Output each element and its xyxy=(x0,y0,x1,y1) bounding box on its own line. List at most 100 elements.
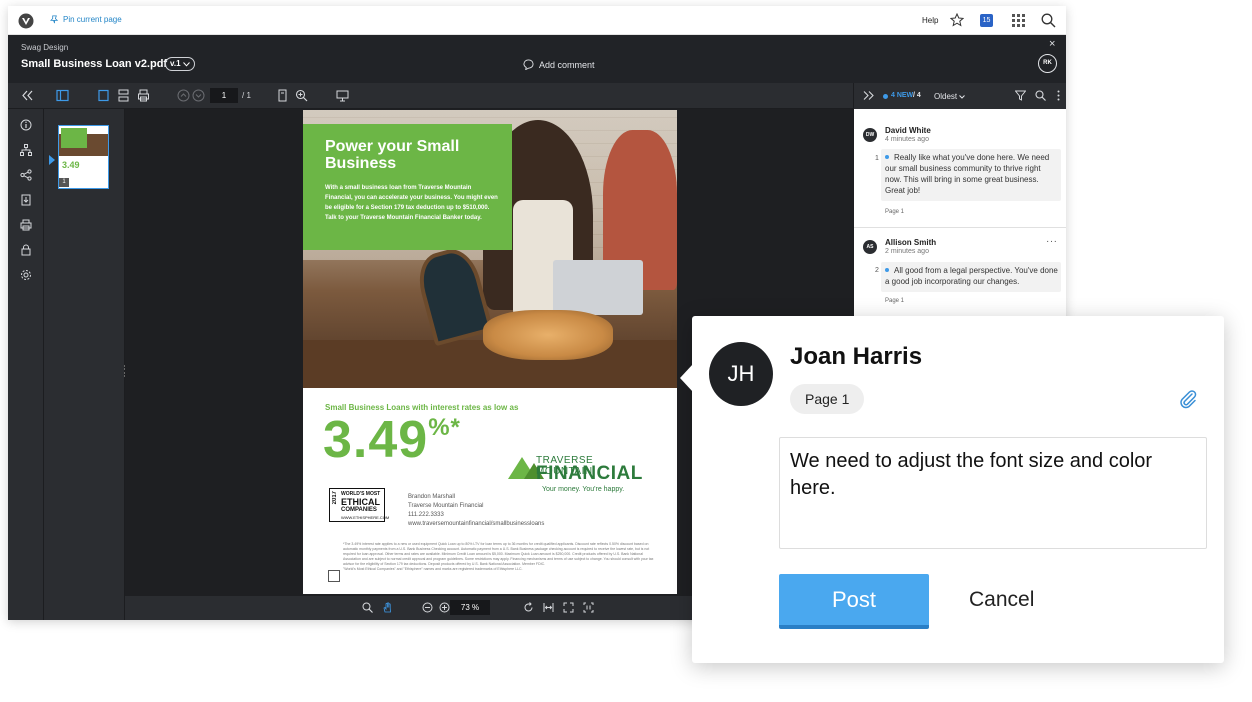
badge-year: 2017 xyxy=(332,491,338,505)
comments-header: 4 NEW / 4 Oldest xyxy=(854,83,1066,109)
comment-more-button[interactable]: ··· xyxy=(1046,236,1058,247)
document-header: Swag Design Small Business Loan v2.pdf v… xyxy=(8,35,1066,83)
badge-line2: ETHICAL xyxy=(341,497,380,507)
comment-number: 1 xyxy=(875,155,879,162)
workflow-icon[interactable] xyxy=(20,144,32,156)
rate-suffix: %* xyxy=(428,414,461,441)
share-icon[interactable] xyxy=(20,169,32,181)
paperclip-icon[interactable] xyxy=(1177,388,1199,410)
sort-label: Oldest xyxy=(934,92,958,101)
chevron-down-icon xyxy=(959,95,966,99)
comment-item[interactable]: DW David White 4 minutes ago 1 Really li… xyxy=(854,109,1066,228)
fine-print-body: *The 3.49% interest rate applies to a ne… xyxy=(343,542,654,566)
search-comments-icon[interactable] xyxy=(1035,90,1046,101)
sort-dropdown[interactable]: Oldest xyxy=(934,92,966,101)
document-page[interactable]: Power your Small Business With a small b… xyxy=(303,110,677,594)
contact-block: Brandon Marshall Traverse Mountain Finan… xyxy=(408,493,544,529)
filter-icon[interactable] xyxy=(1015,90,1026,101)
more-options-icon[interactable] xyxy=(1053,90,1064,101)
equal-housing-lender-icon xyxy=(328,570,340,582)
print-icon[interactable] xyxy=(20,219,32,231)
single-page-view-icon[interactable] xyxy=(97,89,110,102)
next-page-icon[interactable] xyxy=(192,89,205,102)
project-name[interactable]: Swag Design xyxy=(21,43,68,52)
zoom-level-dropdown[interactable]: 73 % xyxy=(450,600,490,615)
rate-value: 3.49%* xyxy=(323,410,461,470)
comment-icon xyxy=(523,59,534,70)
top-nav-bar: Pin current page Help 15 xyxy=(8,6,1066,35)
version-dropdown[interactable]: v.1 xyxy=(165,57,195,71)
previous-page-icon[interactable] xyxy=(177,89,190,102)
add-comment-label: Add comment xyxy=(539,59,595,70)
comment-time: 2 minutes ago xyxy=(885,248,929,255)
cancel-button[interactable]: Cancel xyxy=(969,588,1034,612)
badge-site: WWW.ETHISPHERE.COM xyxy=(341,515,390,520)
notification-badge[interactable]: 15 xyxy=(980,14,993,27)
file-name: Small Business Loan v2.pdf xyxy=(21,58,168,70)
comment-author: David White xyxy=(885,126,931,135)
print-preview-icon[interactable] xyxy=(137,89,150,102)
thumbnail-page-number: 1 xyxy=(59,178,69,187)
fit-width-icon[interactable] xyxy=(543,602,554,613)
close-icon[interactable]: × xyxy=(1049,38,1055,50)
thumbnails-toggle-icon[interactable] xyxy=(56,89,69,102)
rotate-icon[interactable] xyxy=(523,602,534,613)
comment-page[interactable]: Page 1 xyxy=(885,298,904,304)
apps-grid-icon[interactable] xyxy=(1012,14,1025,27)
download-icon[interactable] xyxy=(20,194,32,206)
page-chip[interactable]: Page 1 xyxy=(790,384,865,414)
fine-print: *The 3.49% interest rate applies to a ne… xyxy=(343,542,658,572)
info-icon[interactable] xyxy=(20,119,32,131)
comment-textarea[interactable]: We need to adjust the font size and colo… xyxy=(779,437,1207,549)
thumbnail-green-box xyxy=(61,128,87,148)
page-number-input[interactable]: 1 xyxy=(210,88,238,103)
contact-url: www.traversemountainfinancial/smallbusin… xyxy=(408,521,545,527)
collapse-left-icon[interactable] xyxy=(21,89,34,102)
user-avatar[interactable]: RK xyxy=(1038,54,1057,73)
presentation-icon[interactable] xyxy=(336,89,349,102)
fullscreen-icon[interactable] xyxy=(563,602,574,613)
zoom-in-icon[interactable] xyxy=(439,602,450,613)
pin-label: Pin current page xyxy=(63,15,122,24)
photo-laptop xyxy=(553,260,643,315)
comment-composer-popup: JH Joan Harris Page 1 We need to adjust … xyxy=(680,316,1224,663)
zoom-search-icon[interactable] xyxy=(295,89,308,102)
comment-item[interactable]: AS Allison Smith 2 minutes ago ··· 2 All… xyxy=(854,228,1066,318)
thumbnail-rate: 3.49 xyxy=(62,160,80,170)
left-tool-rail xyxy=(8,109,44,620)
collapse-right-icon[interactable] xyxy=(863,90,874,101)
contact-name: Brandon Marshall xyxy=(408,494,456,500)
continuous-view-icon[interactable] xyxy=(117,89,130,102)
lock-icon[interactable] xyxy=(20,244,32,256)
zoom-out-icon[interactable] xyxy=(422,602,433,613)
new-comment-count[interactable]: 4 NEW xyxy=(891,92,913,99)
current-page-indicator xyxy=(49,155,55,165)
actual-size-icon[interactable] xyxy=(583,602,594,613)
badge-line3: COMPANIES xyxy=(341,507,377,513)
search-icon[interactable] xyxy=(1041,13,1056,28)
contact-company: Traverse Mountain Financial xyxy=(408,503,484,509)
logo-icon[interactable] xyxy=(18,13,34,29)
contact-phone: 111.222.3333 xyxy=(408,512,444,518)
intro-text: With a small business loan from Traverse… xyxy=(325,185,498,221)
fit-page-icon[interactable] xyxy=(276,89,289,102)
add-comment-button[interactable]: Add comment xyxy=(523,59,595,70)
thumbnail-panel: 3.49 1 xyxy=(44,109,126,620)
hand-pan-icon[interactable] xyxy=(382,602,393,613)
comment-text: All good from a legal perspective. You'v… xyxy=(885,266,1058,286)
comment-number: 2 xyxy=(875,267,879,274)
version-label: v.1 xyxy=(170,59,181,68)
zoom-tool-icon[interactable] xyxy=(362,602,373,613)
pin-current-page-link[interactable]: Pin current page xyxy=(50,15,122,24)
page-headline: Power your Small Business xyxy=(325,138,460,172)
gear-icon[interactable] xyxy=(20,269,32,281)
comment-author: Allison Smith xyxy=(885,238,937,247)
chevron-down-icon xyxy=(182,61,190,67)
fine-print-footer: "World's Most Ethical Companies" and "Et… xyxy=(343,567,523,571)
popup-pointer xyxy=(680,364,693,392)
page-thumbnail[interactable]: 3.49 1 xyxy=(58,125,109,189)
comment-page[interactable]: Page 1 xyxy=(885,209,904,215)
star-icon[interactable] xyxy=(950,13,964,27)
help-link[interactable]: Help xyxy=(922,16,938,25)
post-button[interactable]: Post xyxy=(779,574,929,629)
